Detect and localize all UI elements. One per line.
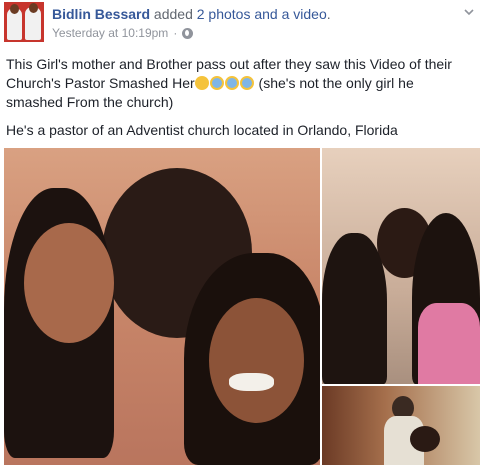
photo-face-right [209,298,304,423]
post-action: added [153,6,193,22]
globe-icon[interactable] [182,27,194,39]
screaming-face-icon [224,76,239,90]
photo-face-left [24,223,114,343]
screaming-face-icon [209,76,224,90]
avatar[interactable] [4,2,44,42]
screaming-face-icon [239,76,254,90]
video-figure-second [410,426,440,452]
photo-main[interactable] [4,148,320,465]
post-header: Bidlin Bessard added 2 photos and a vide… [52,6,331,22]
author-name[interactable]: Bidlin Bessard [52,6,150,22]
meta-separator: · [173,26,178,40]
timestamp[interactable]: Yesterday at 10:19pm [52,26,168,40]
photo-pink-top [418,303,480,384]
chevron-down-icon[interactable] [462,5,476,19]
flushed-face-icon [194,76,209,90]
post-text-line2: He's a pastor of an Adventist church loc… [6,122,398,138]
post-meta: Yesterday at 10:19pm · [52,26,194,40]
facebook-post: Bidlin Bessard added 2 photos and a vide… [0,0,480,465]
post-action-suffix: . [326,6,331,22]
post-text: This Girl's mother and Brother pass out … [6,55,474,112]
photo-figure-woman-left [322,233,387,384]
media-link[interactable]: 2 photos and a video [197,6,327,22]
photo-smile [229,373,274,391]
video-thumbnail[interactable] [322,386,480,465]
photo-secondary[interactable] [322,148,480,384]
